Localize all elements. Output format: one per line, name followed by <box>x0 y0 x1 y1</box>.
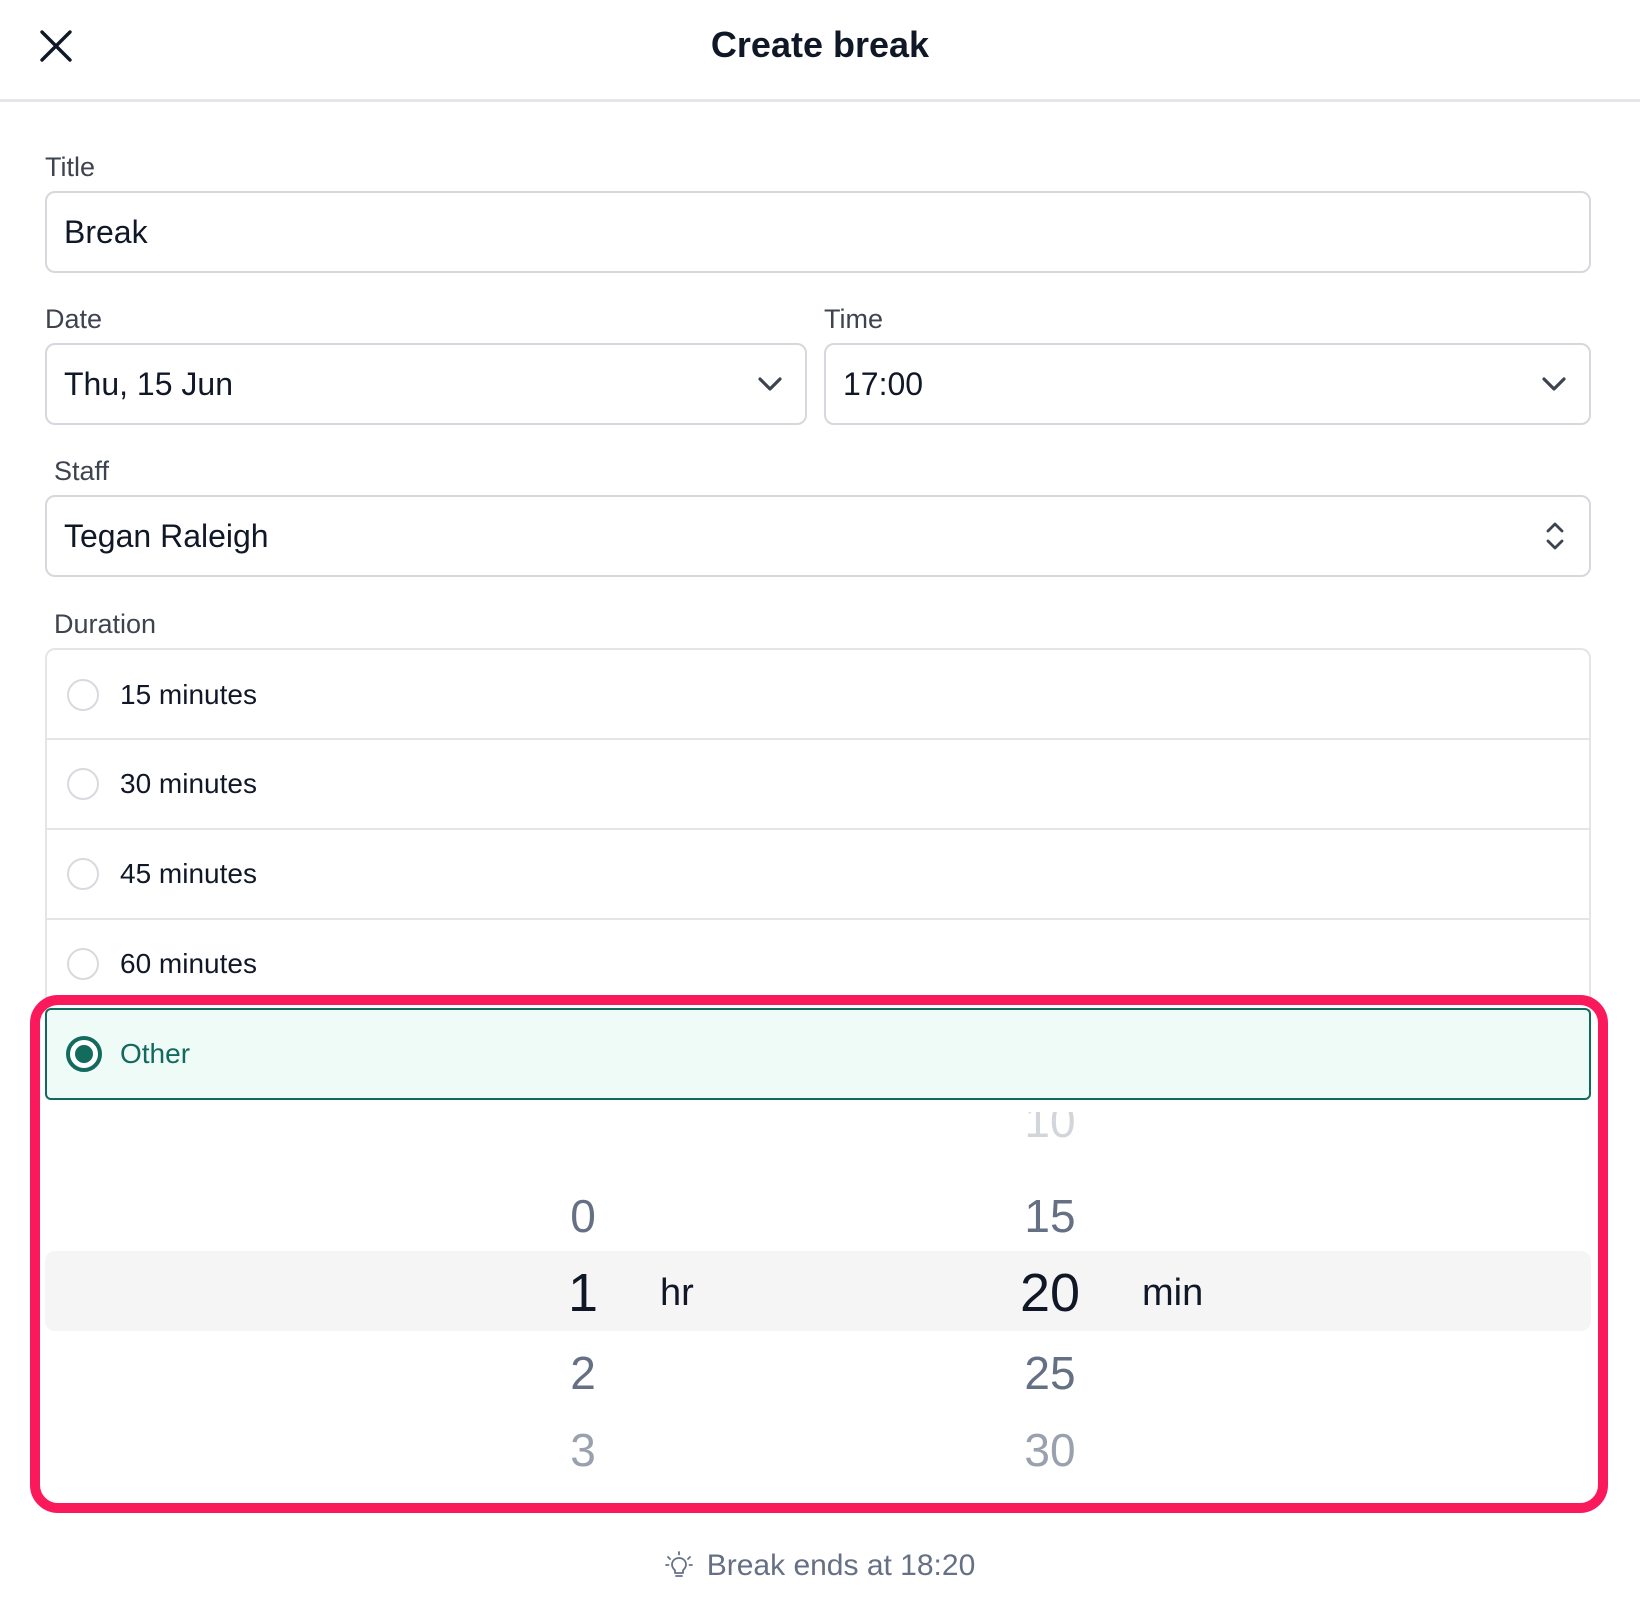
page-title: Create break <box>710 24 930 65</box>
radio-unselected-icon <box>67 858 99 890</box>
duration-option-label: 45 minutes <box>120 858 257 889</box>
duration-option-15[interactable]: 15 minutes <box>47 650 1589 740</box>
highlight-annotation <box>30 995 1608 1513</box>
radio-unselected-icon <box>67 679 99 711</box>
break-end-hint: Break ends at 18:20 <box>0 1546 1640 1586</box>
header: Create break <box>0 0 1640 102</box>
title-label: Title <box>45 152 96 182</box>
chevron-up-down-icon <box>1545 520 1565 552</box>
time-select[interactable]: 17:00 <box>824 343 1591 425</box>
duration-label: Duration <box>54 609 157 639</box>
duration-option-label: 30 minutes <box>120 768 257 799</box>
duration-option-label: 60 minutes <box>120 948 257 979</box>
title-value: Break <box>64 213 148 250</box>
date-label: Date <box>45 304 103 334</box>
date-select[interactable]: Thu, 15 Jun <box>45 343 807 425</box>
duration-option-label: 15 minutes <box>120 679 257 710</box>
duration-option-45[interactable]: 45 minutes <box>47 828 1589 918</box>
duration-options: 15 minutes 30 minutes 45 minutes 60 minu… <box>45 648 1591 1013</box>
time-value: 17:00 <box>843 365 924 402</box>
chevron-down-icon <box>1541 376 1567 392</box>
radio-unselected-icon <box>67 948 99 980</box>
date-value: Thu, 15 Jun <box>64 365 233 402</box>
title-field[interactable]: Break <box>45 191 1591 273</box>
break-end-text: Break ends at 18:20 <box>706 1549 976 1582</box>
chevron-down-icon <box>757 376 783 392</box>
staff-select[interactable]: Tegan Raleigh <box>45 495 1591 577</box>
lightbulb-icon <box>664 1551 693 1577</box>
staff-label: Staff <box>54 456 110 486</box>
staff-value: Tegan Raleigh <box>64 517 269 554</box>
duration-option-30[interactable]: 30 minutes <box>47 738 1589 828</box>
radio-unselected-icon <box>67 768 99 800</box>
time-label: Time <box>824 304 883 334</box>
